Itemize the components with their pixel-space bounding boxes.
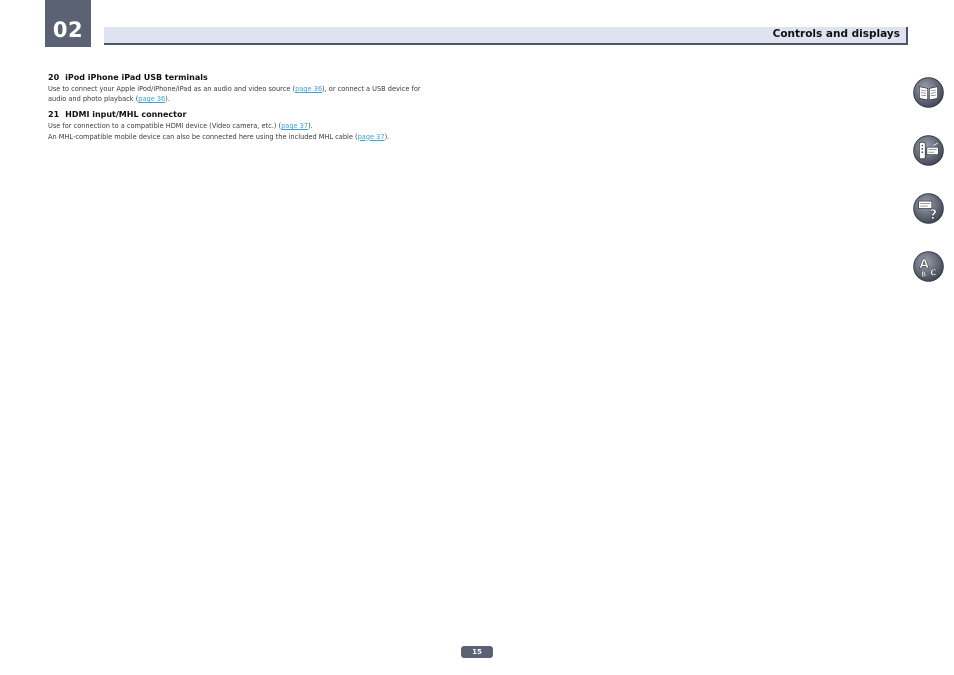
chapter-tab: 02 <box>45 0 91 47</box>
section-body: Use to connect your Apple iPod/iPhone/iP… <box>48 84 488 104</box>
help-question-icon[interactable]: ? <box>912 192 945 225</box>
body-text: Use to connect your Apple iPod/iPhone/iP… <box>48 85 296 93</box>
body-text: Use for connection to a compatible HDMI … <box>48 122 282 131</box>
side-navigation: ? A B C <box>912 76 948 308</box>
body-text: ). <box>165 95 170 104</box>
section-hdmi-mhl: 21 HDMI input/MHL connector Use for conne… <box>48 110 488 141</box>
svg-text:?: ? <box>929 208 937 223</box>
section-title: HDMI input/MHL connector <box>65 110 187 120</box>
remote-receiver-icon[interactable] <box>912 134 945 167</box>
page-number-text: 15 <box>472 648 482 656</box>
page-link[interactable]: page 36 <box>295 85 322 93</box>
body-text: An MHL-compatible mobile device can also… <box>48 132 358 141</box>
page-title: Controls and displays <box>772 28 900 40</box>
body-text: ). <box>384 132 390 141</box>
header-bar: Controls and displays <box>104 27 908 45</box>
body-text: audio and photo playback ( <box>48 95 139 104</box>
svg-text:B: B <box>921 270 926 278</box>
page-link[interactable]: page 37 <box>358 133 385 141</box>
section-heading: 21 HDMI input/MHL connector <box>48 110 488 119</box>
section-title: iPod iPhone iPad USB terminals <box>65 73 208 82</box>
section-number: 20 <box>48 73 60 82</box>
svg-text:A: A <box>919 257 929 271</box>
content-area: 20 iPod iPhone iPad USB terminals Use to … <box>48 73 488 148</box>
body-text: ). <box>308 122 313 131</box>
page-link[interactable]: page 37 <box>281 122 308 130</box>
open-book-icon[interactable] <box>912 76 945 109</box>
page-number: 15 <box>461 646 493 658</box>
chapter-number: 02 <box>52 18 84 42</box>
section-heading: 20 iPod iPhone iPad USB terminals <box>48 73 488 82</box>
body-text: ), or connect a USB device for <box>322 85 421 93</box>
index-abc-icon[interactable]: A B C <box>912 250 945 283</box>
section-body: Use for connection to a compatible HDMI … <box>48 121 488 141</box>
svg-text:C: C <box>930 269 937 279</box>
page-link[interactable]: page 36 <box>138 95 165 103</box>
section-usb-terminals: 20 iPod iPhone iPad USB terminals Use to … <box>48 73 488 104</box>
section-number: 21 <box>48 110 60 120</box>
